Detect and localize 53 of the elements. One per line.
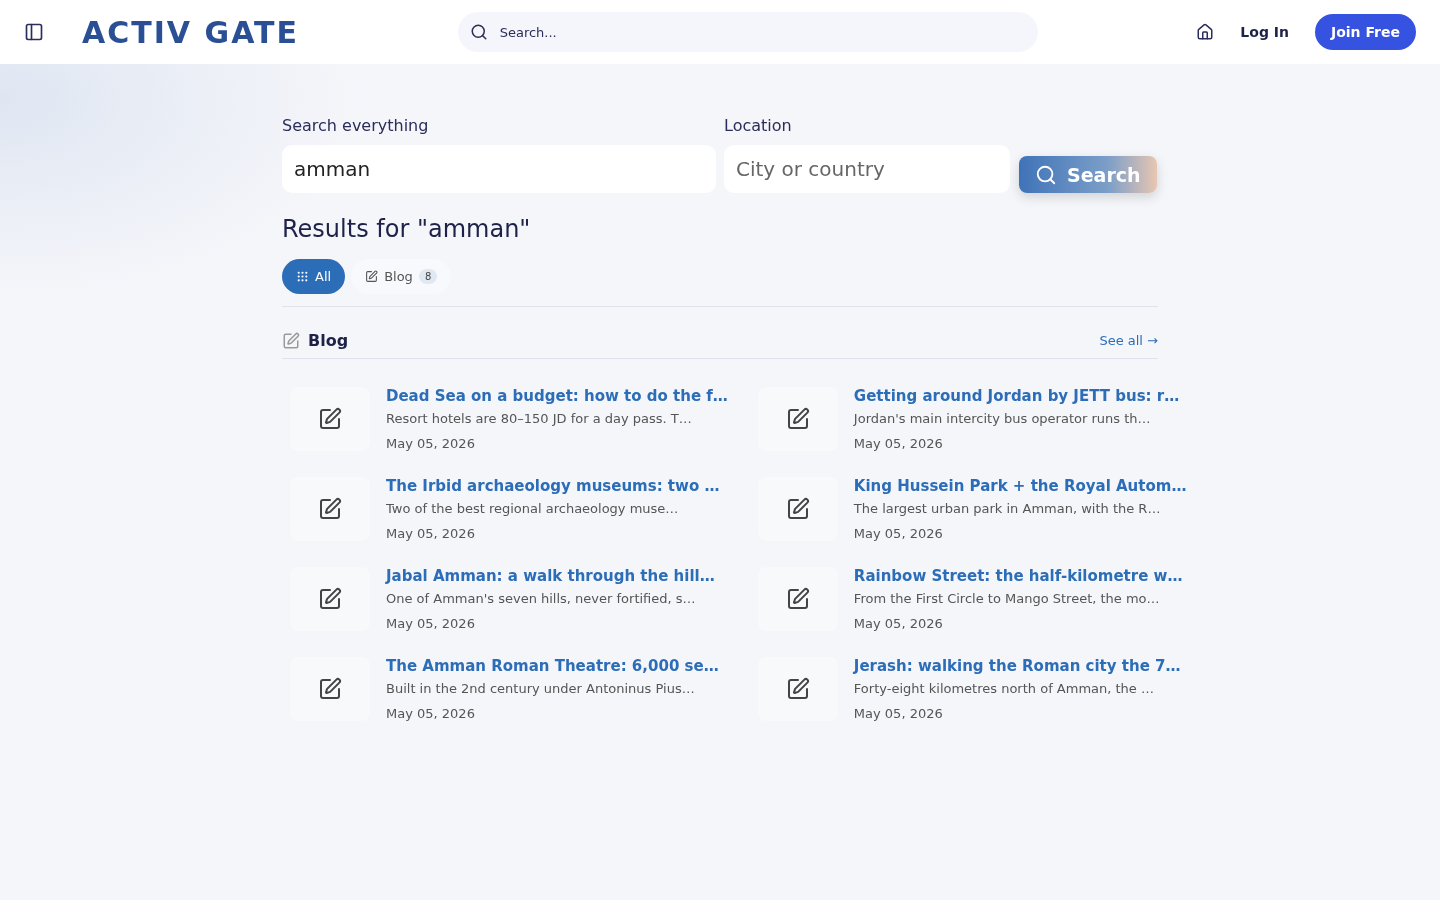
- post-excerpt: From the First Circle to Mango Street, the mo…: [853, 591, 1161, 606]
- post-date: May 05, 2026: [386, 436, 476, 451]
- join-button[interactable]: Join Free: [1314, 14, 1416, 50]
- grid-icon: [296, 270, 309, 283]
- search-field[interactable]: Search...: [457, 12, 1038, 52]
- post-excerpt: Built in the 2nd century under Antoninus Pius…: [386, 681, 696, 696]
- field-label: Search everything: [282, 116, 430, 135]
- search-input[interactable]: amman: [282, 145, 716, 193]
- edit-icon: [318, 407, 342, 431]
- post-excerpt: Forty-eight kilometres north of Amman, the …: [853, 681, 1155, 696]
- post-date: May 05, 2026: [853, 436, 944, 451]
- edit-icon: [318, 587, 342, 611]
- search-icon: [469, 23, 488, 41]
- edit-icon: [318, 677, 342, 701]
- post-date: May 05, 2026: [386, 616, 476, 631]
- edit-icon: [785, 677, 810, 701]
- post-date: May 05, 2026: [853, 526, 944, 541]
- section-title: Blog: [308, 331, 349, 350]
- post-title[interactable]: The Irbid archaeology museums: two …: [386, 477, 720, 495]
- filter-tab[interactable]: All: [282, 259, 346, 294]
- edit-icon: [785, 497, 810, 521]
- search-icon: [1035, 163, 1057, 186]
- post-title[interactable]: Rainbow Street: the half-kilometre w…: [853, 567, 1183, 585]
- login-link[interactable]: Log In: [1240, 24, 1289, 40]
- results-heading: Results for "amman": [282, 215, 532, 243]
- edit-icon: [365, 270, 379, 283]
- post-title[interactable]: The Amman Roman Theatre: 6,000 se…: [386, 657, 719, 675]
- post-date: May 05, 2026: [853, 706, 944, 721]
- post-excerpt: The largest urban park in Amman, with the R…: [853, 501, 1162, 516]
- post-date: May 05, 2026: [853, 616, 944, 631]
- edit-icon: [785, 587, 810, 611]
- edit-icon: [282, 331, 300, 350]
- logo[interactable]: ACTIV GATE: [82, 14, 299, 50]
- post-title[interactable]: Getting around Jordan by JETT bus: r…: [853, 387, 1180, 405]
- post-title[interactable]: Jabal Amman: a walk through the hill…: [386, 567, 715, 585]
- post-date: May 05, 2026: [386, 706, 476, 721]
- post-excerpt: Jordan's main intercity bus operator runs th…: [853, 411, 1152, 426]
- post-excerpt: Resort hotels are 80–150 JD for a day pass. T…: [386, 411, 693, 426]
- see-all-link[interactable]: See all →: [1099, 333, 1158, 348]
- search-button[interactable]: Search: [1019, 156, 1157, 193]
- location-input[interactable]: City or country: [724, 145, 1010, 193]
- post-title[interactable]: King Hussein Park + the Royal Autom…: [853, 477, 1187, 495]
- post-title[interactable]: Dead Sea on a budget: how to do the f…: [386, 387, 728, 405]
- home-icon[interactable]: [1196, 23, 1215, 41]
- post-excerpt: Two of the best regional archaeology muse…: [386, 501, 680, 516]
- field-label: Location: [724, 116, 793, 135]
- sidebar-toggle-icon[interactable]: [24, 22, 44, 42]
- edit-icon: [785, 407, 810, 431]
- post-excerpt: One of Amman's seven hills, never fortified, s…: [386, 591, 697, 606]
- count-badge: 8: [418, 269, 438, 284]
- edit-icon: [318, 497, 342, 521]
- post-date: May 05, 2026: [386, 526, 476, 541]
- post-title[interactable]: Jerash: walking the Roman city the 7…: [853, 657, 1181, 675]
